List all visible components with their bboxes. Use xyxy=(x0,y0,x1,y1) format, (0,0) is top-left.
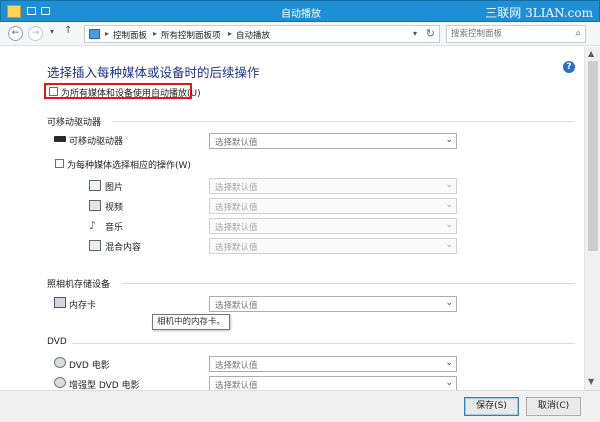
music-icon: ♪ xyxy=(89,219,97,232)
chevron-down-icon: ⌄ xyxy=(445,378,453,388)
per-media-label[interactable]: 为每种媒体选择相应的操作(W) xyxy=(67,158,191,171)
select-value: 选择默认值 xyxy=(215,203,258,213)
chevron-down-icon: ⌄ xyxy=(445,135,453,145)
enhanced-dvd-label: 增强型 DVD 电影 xyxy=(69,381,140,390)
scroll-down-icon[interactable]: ▼ xyxy=(588,377,594,386)
use-autoplay-label[interactable]: 为所有媒体和设备使用自动播放(U) xyxy=(61,86,201,99)
section-divider xyxy=(72,343,575,344)
dvd-movie-label: DVD 电影 xyxy=(69,361,110,371)
dvd-disc-icon xyxy=(54,377,66,388)
search-icon[interactable]: ⌕ xyxy=(575,28,581,39)
use-autoplay-checkbox[interactable] xyxy=(49,87,58,96)
removable-drive-label: 可移动驱动器 xyxy=(69,137,124,147)
section-divider xyxy=(112,121,575,122)
help-icon[interactable]: ? xyxy=(563,61,575,73)
page-title: 选择插入每种媒体或设备时的后续操作 xyxy=(47,65,260,80)
title-bar: 自动播放 三联网 3LIAN.com xyxy=(0,0,600,22)
chevron-down-icon: ⌄ xyxy=(445,298,453,308)
dvd-disc-icon xyxy=(54,357,66,368)
watermark: 三联网 3LIAN.com xyxy=(485,6,593,20)
pictures-select[interactable]: 选择默认值 ⌄ xyxy=(209,178,457,194)
control-panel-icon xyxy=(89,29,100,39)
removable-drive-select[interactable]: 选择默认值 ⌄ xyxy=(209,133,457,149)
recent-locations-button[interactable]: ▾ xyxy=(50,27,54,36)
enhanced-dvd-select[interactable]: 选择默认值 ⌄ xyxy=(209,376,457,390)
per-media-checkbox[interactable] xyxy=(55,159,64,168)
select-value: 选择默认值 xyxy=(215,183,258,193)
chevron-down-icon: ⌄ xyxy=(445,200,453,210)
select-value: 选择默认值 xyxy=(215,223,258,233)
media-label-pictures: 图片 xyxy=(105,183,124,193)
search-box[interactable]: ⌕ xyxy=(446,25,586,43)
dvd-movie-select[interactable]: 选择默认值 ⌄ xyxy=(209,356,457,372)
music-select[interactable]: 选择默认值 ⌄ xyxy=(209,218,457,234)
videos-select[interactable]: 选择默认值 ⌄ xyxy=(209,198,457,214)
address-dropdown-icon[interactable]: ▾ xyxy=(413,29,417,38)
select-value: 选择默认值 xyxy=(215,138,258,148)
video-icon xyxy=(89,200,101,211)
address-bar[interactable]: ▸ 控制面板 ▸ 所有控制面板项 ▸ 自动播放 ▾ ↻ xyxy=(84,25,440,43)
breadcrumb-separator: ▸ xyxy=(105,29,110,38)
section-title-camera: 照相机存储设备 xyxy=(47,280,111,290)
vertical-scrollbar[interactable]: ▲ ▼ xyxy=(584,47,600,390)
breadcrumb-autoplay[interactable]: 自动播放 xyxy=(236,29,270,41)
section-divider xyxy=(122,283,575,284)
chevron-down-icon: ⌄ xyxy=(445,220,453,230)
scroll-thumb[interactable] xyxy=(588,61,598,251)
removable-drive-icon xyxy=(54,136,66,142)
autoplay-settings-panel: 选择插入每种媒体或设备时的后续操作 ? 为所有媒体和设备使用自动播放(U) 可移… xyxy=(0,47,584,390)
memory-card-tooltip: 相机中的内存卡。 xyxy=(152,314,231,330)
refresh-icon[interactable]: ↻ xyxy=(426,27,435,40)
memory-card-icon xyxy=(54,297,66,308)
scroll-up-icon[interactable]: ▲ xyxy=(588,49,594,58)
breadcrumb-control-panel[interactable]: 控制面板 xyxy=(113,29,147,41)
chevron-down-icon: ⌄ xyxy=(445,180,453,190)
forward-button[interactable]: → xyxy=(28,26,43,41)
cancel-button[interactable]: 取消(C) xyxy=(526,397,581,416)
memory-card-select[interactable]: 选择默认值 ⌄ xyxy=(209,296,457,312)
media-label-mixed: 混合内容 xyxy=(105,243,142,253)
back-button[interactable]: ← xyxy=(8,26,23,41)
media-label-videos: 视频 xyxy=(105,203,124,213)
select-value: 选择默认值 xyxy=(215,361,258,371)
search-input[interactable] xyxy=(451,28,561,40)
select-value: 选择默认值 xyxy=(215,301,258,311)
mixed-content-select[interactable]: 选择默认值 ⌄ xyxy=(209,238,457,254)
select-value: 选择默认值 xyxy=(215,381,258,390)
media-label-music: 音乐 xyxy=(105,223,124,233)
section-title-removable: 可移动驱动器 xyxy=(47,118,102,128)
address-toolbar: ← → ▾ ↑ ▸ 控制面板 ▸ 所有控制面板项 ▸ 自动播放 ▾ ↻ ⌕ xyxy=(0,22,600,46)
section-title-dvd: DVD xyxy=(47,337,67,347)
picture-icon xyxy=(89,180,101,191)
select-value: 选择默认值 xyxy=(215,243,258,253)
mixed-content-icon xyxy=(89,240,101,251)
footer-bar: 保存(S) 取消(C) xyxy=(0,390,600,422)
chevron-down-icon: ⌄ xyxy=(445,240,453,250)
breadcrumb-separator[interactable]: ▸ xyxy=(228,29,232,38)
up-button[interactable]: ↑ xyxy=(64,25,72,36)
chevron-down-icon: ⌄ xyxy=(445,358,453,368)
breadcrumb-separator[interactable]: ▸ xyxy=(153,29,157,38)
memory-card-label: 内存卡 xyxy=(69,301,97,311)
save-button[interactable]: 保存(S) xyxy=(464,397,519,416)
breadcrumb-all-items[interactable]: 所有控制面板项 xyxy=(161,29,221,41)
